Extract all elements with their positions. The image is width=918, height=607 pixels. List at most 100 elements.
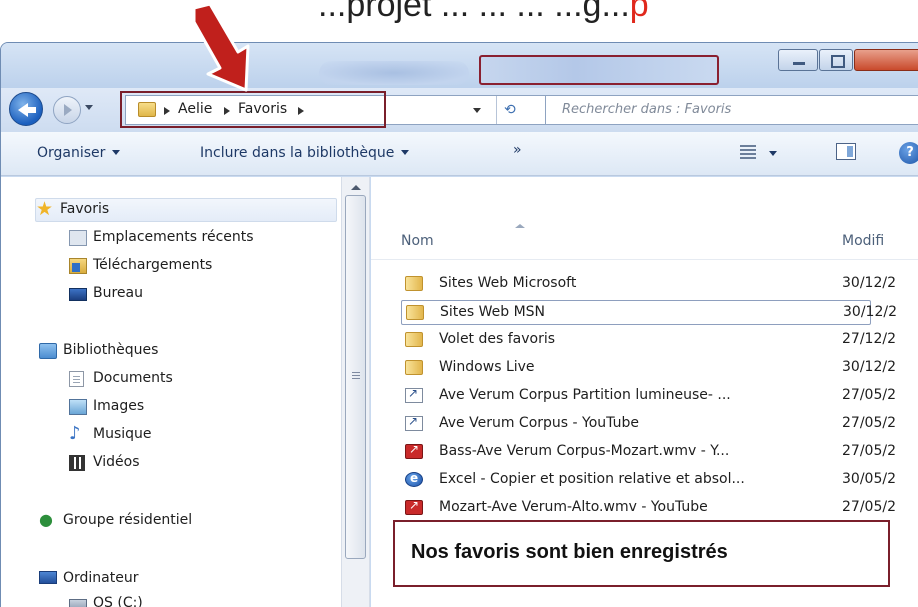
caption-text: ...projet ... ... ... ...g...p [318, 0, 649, 25]
sidebar-item-label: Favoris [60, 201, 110, 217]
annotation-note-text: Nos favoris sont bien enregistrés [411, 541, 728, 563]
file-date: 30/12/2 [843, 304, 897, 320]
sidebar-item-label: Téléchargements [93, 257, 213, 273]
recent-pages-dropdown[interactable] [85, 105, 93, 110]
header-divider [371, 259, 918, 260]
desktop-icon [69, 288, 87, 301]
scroll-up-arrow-icon[interactable] [351, 185, 361, 190]
include-label: Inclure dans la bibliothèque [200, 145, 395, 161]
list-item[interactable]: Windows Live 30/12/2 [401, 356, 901, 381]
list-item[interactable]: Volet des favoris 27/12/2 [401, 328, 901, 353]
sidebar-item-label: Ordinateur [63, 570, 139, 586]
documents-icon [69, 371, 84, 387]
search-placeholder: Rechercher dans : Favoris [562, 102, 732, 117]
sidebar-item-label: Bibliothèques [63, 342, 159, 358]
blurred-area [319, 61, 469, 85]
file-date: 27/12/2 [842, 331, 896, 347]
images-icon [69, 399, 87, 415]
file-name: Sites Web MSN [440, 304, 546, 320]
file-date: 27/05/2 [842, 415, 896, 431]
computer-icon [39, 571, 57, 584]
file-name: Sites Web Microsoft [439, 275, 577, 291]
refresh-button[interactable]: ⟲ [496, 96, 526, 124]
file-date: 27/05/2 [842, 499, 896, 515]
homegroup-icon: ● [39, 510, 53, 529]
list-item[interactable]: Sites Web MSN 30/12/2 [401, 300, 897, 325]
list-item[interactable]: Ave Verum Corpus - YouTube 27/05/2 [401, 412, 901, 437]
file-date: 27/05/2 [842, 443, 896, 459]
grip-icon [352, 372, 360, 381]
folder-icon [405, 360, 423, 375]
sidebar-item-label: Vidéos [93, 454, 140, 470]
folder-icon [405, 332, 423, 347]
file-name: Mozart-Ave Verum-Alto.wmv - YouTube [439, 499, 708, 515]
navigation-pane: ★ Favoris Emplacements récents Télécharg… [1, 177, 341, 607]
scrollbar-thumb[interactable] [345, 195, 366, 559]
list-item[interactable]: Sites Web Microsoft 30/12/2 [401, 272, 901, 297]
chevron-down-icon[interactable] [769, 151, 777, 156]
shortcut-icon [405, 414, 423, 431]
file-date: 30/12/2 [842, 275, 896, 291]
caption-accent: p [629, 0, 649, 24]
column-header-modified[interactable]: Modifi [842, 233, 884, 249]
chevron-down-icon [401, 150, 410, 155]
drive-icon [69, 599, 87, 607]
videos-icon [69, 455, 85, 471]
web-shortcut-icon [405, 471, 423, 487]
sidebar-item-label: Documents [93, 370, 173, 386]
maximize-button[interactable] [819, 49, 853, 71]
minimize-button[interactable] [778, 49, 818, 71]
video-shortcut-icon [405, 442, 423, 459]
sidebar-item-label: Musique [93, 426, 152, 442]
file-name: Excel - Copier et position relative et a… [439, 471, 745, 487]
sidebar-item-label: Groupe résidentiel [63, 512, 193, 528]
libraries-icon [39, 343, 57, 359]
include-in-library-menu[interactable]: Inclure dans la bibliothèque [200, 145, 410, 161]
video-shortcut-icon [405, 498, 423, 515]
column-header-name[interactable]: Nom [401, 233, 434, 249]
list-item[interactable]: Mozart-Ave Verum-Alto.wmv - YouTube 27/0… [401, 496, 901, 521]
chevron-down-icon [112, 150, 121, 155]
address-highlight-box [120, 91, 386, 128]
title-bar [1, 43, 918, 88]
navigation-bar: Aelie Favoris ⟲ Rechercher dans : Favori… [1, 88, 918, 132]
list-item[interactable]: Ave Verum Corpus Partition lumineuse- ..… [401, 384, 901, 409]
file-date: 30/05/2 [842, 471, 896, 487]
sidebar-item-label: OS (C:) [93, 595, 143, 607]
file-name: Ave Verum Corpus Partition lumineuse- ..… [439, 387, 731, 403]
list-item[interactable]: Excel - Copier et position relative et a… [401, 468, 901, 493]
address-dropdown-icon[interactable] [473, 108, 481, 113]
sidebar-item-label: Images [93, 398, 145, 414]
help-icon[interactable]: ? [899, 142, 918, 164]
organize-menu[interactable]: Organiser [37, 145, 121, 161]
downloads-icon [69, 258, 87, 274]
file-name: Bass-Ave Verum Corpus-Mozart.wmv - Y... [439, 443, 730, 459]
organize-label: Organiser [37, 145, 106, 161]
navigation-scrollbar[interactable] [341, 177, 370, 607]
star-icon: ★ [36, 198, 54, 220]
preview-pane-icon[interactable] [836, 143, 856, 160]
forward-button[interactable] [53, 96, 81, 124]
back-button[interactable] [9, 92, 43, 126]
file-date: 27/05/2 [842, 387, 896, 403]
blurred-title-box [479, 55, 719, 85]
folder-icon [406, 305, 424, 320]
file-name: Ave Verum Corpus - YouTube [439, 415, 639, 431]
sidebar-item-favorites[interactable]: ★ Favoris [35, 198, 337, 222]
sidebar-item-label: Bureau [93, 285, 143, 301]
command-bar: Organiser Inclure dans la bibliothèque »… [1, 132, 918, 176]
folder-icon [405, 276, 423, 291]
annotation-arrow-icon [192, 4, 250, 92]
list-item[interactable]: Bass-Ave Verum Corpus-Mozart.wmv - Y... … [401, 440, 901, 465]
sort-ascending-icon [515, 224, 525, 228]
refresh-icon: ⟲ [504, 102, 516, 118]
more-commands-button[interactable]: » [513, 142, 522, 158]
music-note-icon: ♪ [69, 423, 81, 444]
close-button[interactable] [854, 49, 918, 71]
view-options-icon[interactable] [740, 145, 756, 159]
shortcut-icon [405, 386, 423, 403]
sidebar-item-label: Emplacements récents [93, 229, 254, 245]
file-name: Windows Live [439, 359, 535, 375]
caption-strip: ...projet ... ... ... ...g...p [0, 0, 918, 44]
search-input[interactable]: Rechercher dans : Favoris [545, 95, 918, 125]
